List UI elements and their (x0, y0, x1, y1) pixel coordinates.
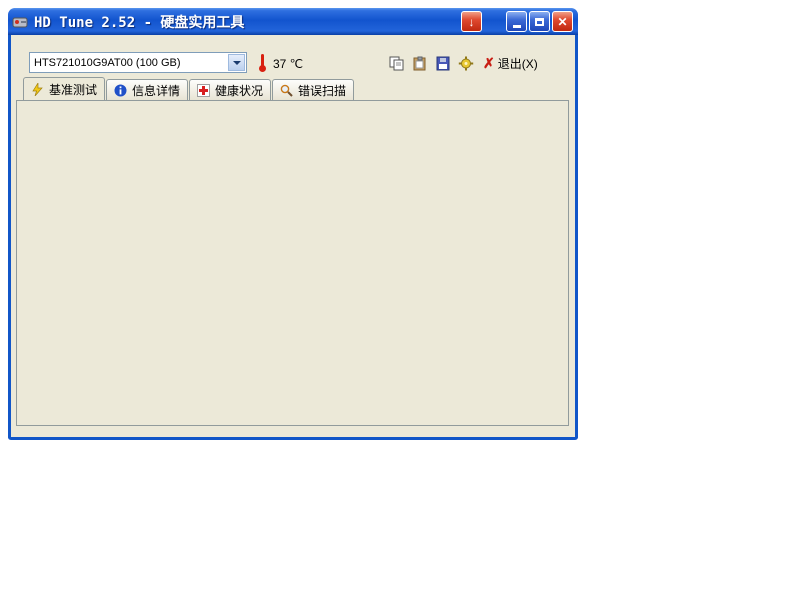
maximize-icon (535, 18, 544, 26)
minimize-button[interactable] (506, 11, 527, 32)
copy-screenshot-button[interactable] (385, 53, 408, 73)
toolbar-icons (385, 53, 477, 73)
tab-label: 信息详情 (132, 82, 180, 99)
arrow-down-icon: ↓ (469, 16, 475, 28)
desktop: HD Tune 2.52 - 硬盘实用工具 ↓ ✕ HTS721010G9AT0… (0, 0, 800, 600)
drive-select[interactable]: HTS721010G9AT00 (100 GB) (29, 52, 247, 73)
save-screenshot-button[interactable] (431, 53, 454, 73)
magnifier-icon (280, 84, 294, 97)
floppy-disk-icon (435, 56, 451, 71)
x-mark-icon: ✗ (483, 55, 495, 72)
titlebar-button-gap (482, 11, 504, 32)
gear-icon (458, 56, 474, 71)
titlebar[interactable]: HD Tune 2.52 - 硬盘实用工具 ↓ ✕ (8, 8, 578, 35)
close-icon: ✕ (557, 16, 567, 28)
chevron-down-icon[interactable] (228, 54, 245, 71)
app-window: HD Tune 2.52 - 硬盘实用工具 ↓ ✕ HTS721010G9AT0… (8, 8, 578, 440)
health-cross-icon (197, 84, 211, 97)
titlebar-buttons: ↓ ✕ (459, 11, 573, 32)
copy-icon (389, 56, 405, 71)
copy-to-clipboard-button[interactable] (408, 53, 431, 73)
thermometer-icon (259, 54, 267, 72)
benchmark-icon (31, 83, 45, 96)
options-button[interactable] (454, 53, 477, 73)
window-title: HD Tune 2.52 - 硬盘实用工具 (34, 12, 244, 32)
benchmark-tab-panel (16, 100, 569, 426)
exit-label: 退出(X) (498, 55, 538, 72)
app-icon (12, 14, 28, 30)
tab-strip: 基准测试 信息详情 健康状况 错误扫描 (23, 79, 355, 100)
close-button[interactable]: ✕ (552, 11, 573, 32)
tab-info[interactable]: 信息详情 (106, 79, 188, 100)
tab-label: 健康状况 (215, 82, 263, 99)
tab-label: 基准测试 (49, 81, 97, 98)
titlebar-extra-button[interactable]: ↓ (461, 11, 482, 32)
clipboard-icon (412, 56, 428, 71)
exit-button[interactable]: ✗ 退出(X) (483, 55, 538, 72)
tab-health[interactable]: 健康状况 (189, 79, 271, 100)
maximize-button[interactable] (529, 11, 550, 32)
minimize-icon (513, 25, 521, 28)
temperature-reading: 37 ℃ (273, 57, 303, 71)
tab-benchmark[interactable]: 基准测试 (23, 77, 105, 100)
tab-label: 错误扫描 (298, 82, 346, 99)
tab-error-scan[interactable]: 错误扫描 (272, 79, 354, 100)
drive-select-value: HTS721010G9AT00 (100 GB) (30, 57, 227, 69)
info-icon (114, 84, 128, 97)
